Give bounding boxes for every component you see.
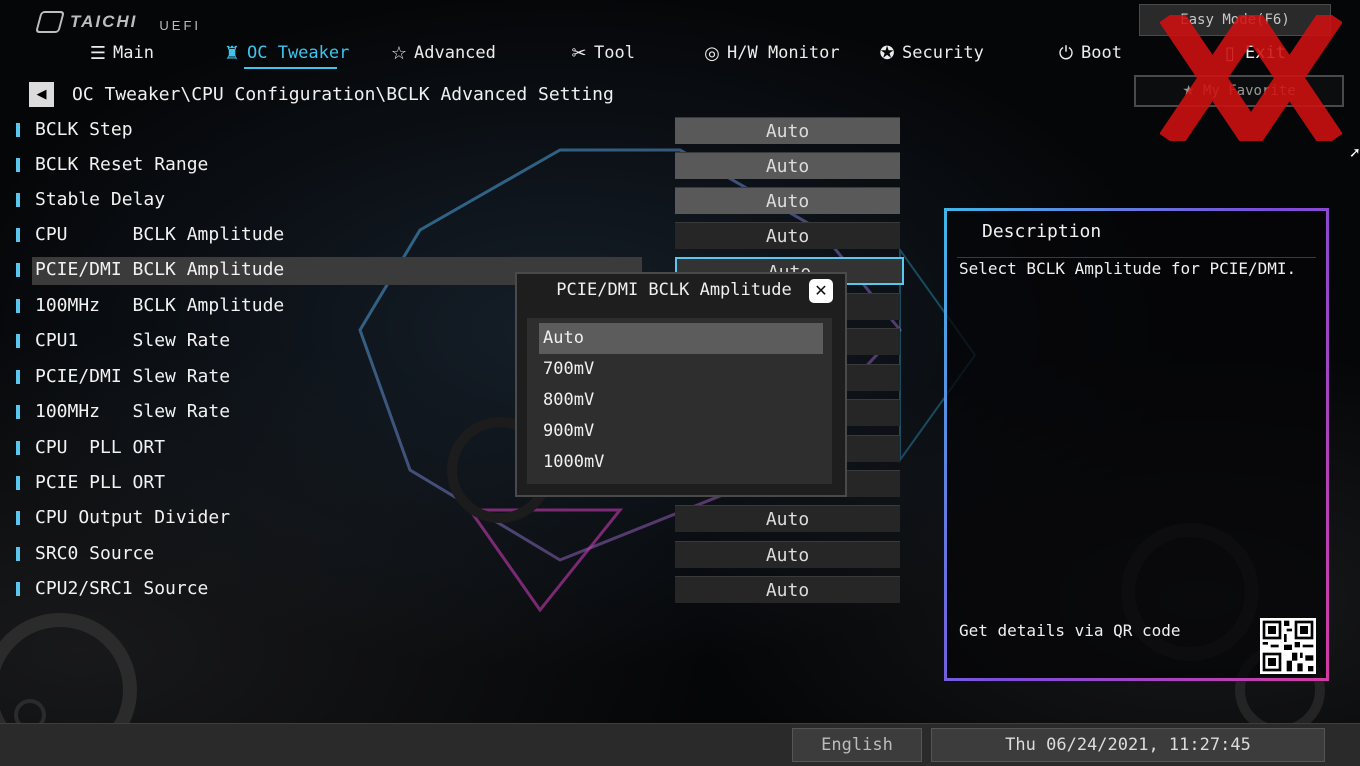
setting-row-cpu-output-divider[interactable]: CPU Output Divider (0, 505, 660, 531)
tab-hw-monitor-label: H/W Monitor (727, 43, 840, 63)
setting-row-bclk-reset-range[interactable]: BCLK Reset Range (0, 152, 660, 178)
tab-boot[interactable]: ⏻ Boot (1056, 40, 1122, 66)
tab-tool[interactable]: ✂ Tool (569, 40, 635, 66)
setting-label: CPU BCLK Amplitude (35, 224, 285, 245)
setting-label: Stable Delay (35, 189, 166, 210)
active-tab-underline (244, 67, 338, 69)
description-text: Select BCLK Amplitude for PCIE/DMI. (959, 259, 1297, 278)
row-marker (16, 370, 20, 384)
option-800mv[interactable]: 800mV (527, 385, 832, 416)
row-marker (16, 547, 20, 561)
option-popup: PCIE/DMI BCLK Amplitude ✕ Auto 700mV 800… (515, 272, 847, 497)
setting-label: BCLK Step (35, 119, 133, 140)
tab-tool-label: Tool (594, 43, 635, 63)
row-marker (16, 511, 20, 525)
tab-oc-tweaker-label: OC Tweaker (247, 43, 350, 63)
setting-label: SRC0 Source (35, 543, 155, 564)
description-title: Description (982, 221, 1102, 242)
description-panel: Description Select BCLK Amplitude for PC… (944, 208, 1329, 681)
star-icon: ☆ (390, 42, 408, 64)
option-1000mv[interactable]: 1000mV (527, 447, 832, 478)
setting-row-src0-source[interactable]: SRC0 Source (0, 541, 660, 567)
popup-title: PCIE/DMI BCLK Amplitude (556, 280, 792, 300)
tab-security-label: Security (902, 43, 984, 63)
setting-label: CPU2/SRC1 Source (35, 578, 209, 599)
row-marker (16, 582, 20, 596)
option-700mv[interactable]: 700mV (527, 354, 832, 385)
breadcrumb: OC Tweaker\CPU Configuration\BCLK Advanc… (72, 84, 614, 105)
row-marker (16, 228, 20, 242)
setting-row-stable-delay[interactable]: Stable Delay (0, 187, 660, 213)
tab-main-label: Main (113, 43, 154, 63)
setting-label: PCIE PLL ORT (35, 472, 166, 493)
tools-icon: ✂ (571, 42, 587, 64)
back-arrow-icon: ◀ (36, 87, 47, 102)
list-icon: ☰ (89, 42, 107, 64)
row-marker (16, 158, 20, 172)
row-marker (16, 476, 20, 490)
row-marker (16, 123, 20, 137)
setting-row-cpu2-src1-source[interactable]: CPU2/SRC1 Source (0, 576, 660, 602)
setting-label: 100MHz Slew Rate (35, 401, 231, 422)
row-marker (16, 263, 20, 277)
setting-row-bclk-step[interactable]: BCLK Step (0, 117, 660, 143)
watermark-x-icon (1160, 15, 1342, 141)
setting-label: CPU Output Divider (35, 507, 231, 528)
row-marker (16, 405, 20, 419)
setting-label: CPU1 Slew Rate (35, 330, 231, 351)
setting-label: CPU PLL ORT (35, 437, 166, 458)
description-divider (957, 257, 1316, 258)
logo-brand: TAICHI (70, 11, 138, 31)
setting-value-cpu2-src1-source[interactable]: Auto (675, 576, 900, 603)
power-icon: ⏻ (1058, 42, 1074, 64)
setting-value-cpu-output-divider[interactable]: Auto (675, 505, 900, 532)
logo-uefi: UEFI (159, 18, 202, 33)
tab-boot-label: Boot (1081, 43, 1122, 63)
setting-value-bclk-reset-range[interactable]: Auto (675, 152, 900, 179)
option-900mv[interactable]: 900mV (527, 416, 832, 447)
row-marker (16, 334, 20, 348)
setting-label: BCLK Reset Range (35, 154, 209, 175)
row-marker (16, 441, 20, 455)
setting-label: PCIE/DMI BCLK Amplitude (35, 259, 285, 280)
qr-caption: Get details via QR code (959, 621, 1181, 640)
setting-value-src0-source[interactable]: Auto (675, 541, 900, 568)
option-list: Auto 700mV 800mV 900mV 1000mV (527, 318, 832, 484)
setting-row-cpu-bclk-amplitude[interactable]: CPU BCLK Amplitude (0, 222, 660, 248)
tab-advanced-label: Advanced (414, 43, 496, 63)
row-marker (16, 299, 20, 313)
tab-advanced[interactable]: ☆ Advanced (389, 40, 496, 66)
setting-label: PCIE/DMI Slew Rate (35, 366, 231, 387)
logo-icon (35, 10, 65, 33)
taichi-logo: TAICHI UEFI (35, 10, 202, 33)
close-icon[interactable]: ✕ (809, 279, 833, 303)
qr-code-icon (1260, 618, 1316, 674)
tab-oc-tweaker[interactable]: ♜ OC Tweaker (222, 40, 350, 69)
mouse-cursor-icon: ➚ (1349, 145, 1360, 161)
setting-value-bclk-step[interactable]: Auto (675, 117, 900, 144)
back-button[interactable]: ◀ (29, 82, 54, 107)
setting-value-stable-delay[interactable]: Auto (675, 187, 900, 214)
rocket-icon: ♜ (223, 42, 241, 64)
row-marker (16, 193, 20, 207)
setting-label: 100MHz BCLK Amplitude (35, 295, 285, 316)
tab-hw-monitor[interactable]: ◎ H/W Monitor (702, 40, 840, 66)
option-auto[interactable]: Auto (539, 323, 823, 354)
monitor-icon: ◎ (704, 42, 720, 64)
language-button[interactable]: English (792, 728, 922, 762)
setting-value-cpu-bclk-amplitude[interactable]: Auto (675, 222, 900, 249)
tab-main[interactable]: ☰ Main (88, 40, 154, 66)
shield-icon: ✪ (879, 42, 895, 64)
datetime-display: Thu 06/24/2021, 11:27:45 (931, 728, 1325, 762)
top-nav: ☰ Main ♜ OC Tweaker ☆ Advanced ✂ Tool ◎ … (0, 40, 1360, 69)
tab-security[interactable]: ✪ Security (877, 40, 984, 66)
